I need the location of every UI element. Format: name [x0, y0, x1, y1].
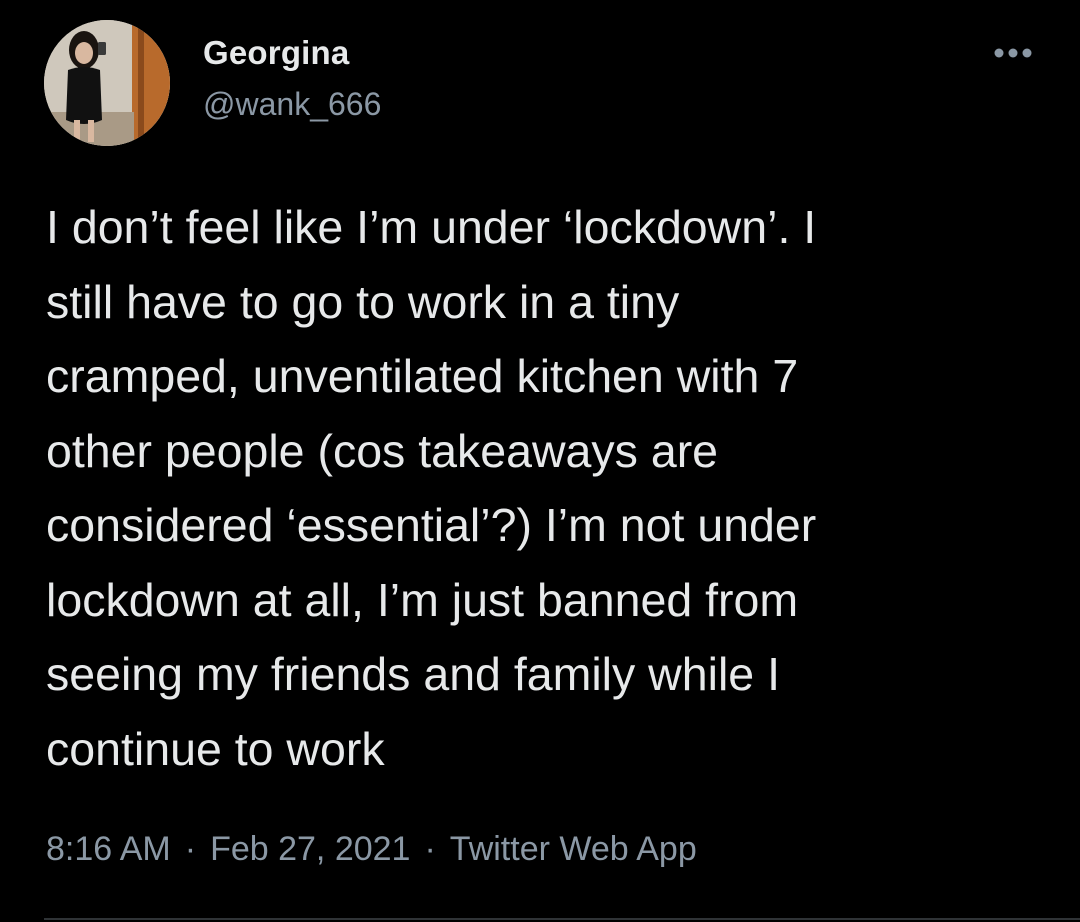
more-horizontal-icon	[994, 48, 1032, 58]
author-avatar[interactable]	[44, 20, 170, 146]
tweet-card: Georgina @wank_666 I don’t feel like I’m…	[0, 0, 1080, 922]
tweet-source-link[interactable]: Twitter Web App	[450, 830, 697, 868]
tweet-metadata: 8:16 AM · Feb 27, 2021 · Twitter Web App	[46, 830, 697, 869]
tweet-time[interactable]: 8:16 AM	[46, 830, 171, 868]
profile-photo-icon	[44, 20, 170, 146]
divider	[44, 918, 1080, 920]
tweet-date[interactable]: Feb 27, 2021	[210, 830, 410, 868]
author-display-name[interactable]: Georgina	[203, 34, 349, 72]
author-handle[interactable]: @wank_666	[203, 86, 381, 123]
meta-separator: ·	[184, 830, 197, 868]
tweet-text: I don’t feel like I’m under ‘lockdown’. …	[46, 201, 817, 775]
meta-separator: ·	[424, 830, 436, 868]
more-options-button[interactable]	[988, 38, 1038, 68]
